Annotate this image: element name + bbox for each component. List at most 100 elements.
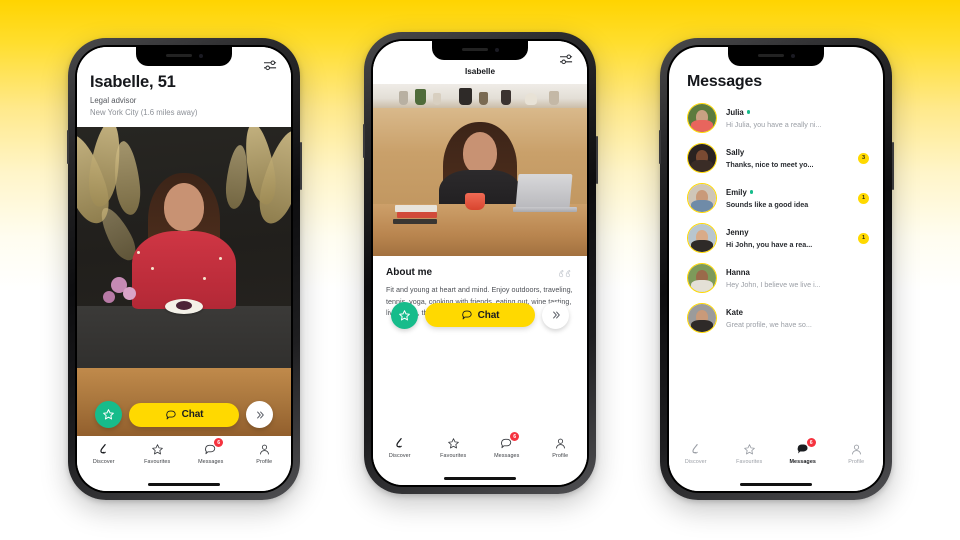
conversation-name: Kate xyxy=(726,308,869,317)
page-background: Isabelle, 51 Legal advisor New York City… xyxy=(0,0,960,540)
person-icon xyxy=(258,442,271,456)
conversation-name-text: Emily xyxy=(726,187,747,197)
conversation-preview: Hi John, you have a rea... xyxy=(726,239,813,249)
photo-mug xyxy=(465,193,485,210)
speech-bubble-icon: 6 xyxy=(796,438,816,456)
avatar-image xyxy=(688,224,716,252)
phone-bezel: Isabelle, 51 Legal advisor New York City… xyxy=(75,45,293,493)
conversation-name-text: Kate xyxy=(726,307,743,317)
tab-profile[interactable]: Profile xyxy=(240,442,288,465)
home-indicator[interactable] xyxy=(444,477,516,480)
tab-discover[interactable]: Discover xyxy=(376,436,424,459)
messages-badge: 6 xyxy=(214,438,224,447)
star-icon xyxy=(447,436,460,450)
conversation-name-text: Sally xyxy=(726,147,745,157)
phone-device-1: Isabelle, 51 Legal advisor New York City… xyxy=(66,38,302,500)
chat-button[interactable]: Chat xyxy=(129,402,239,427)
avatar[interactable] xyxy=(687,183,717,213)
unread-count-badge: 1 xyxy=(858,232,869,244)
phone-notch xyxy=(432,41,528,60)
avatar[interactable] xyxy=(687,263,717,293)
front-camera-icon xyxy=(198,53,203,58)
home-indicator[interactable] xyxy=(148,483,220,486)
conversation-name-text: Julia xyxy=(726,107,744,117)
tab-discover-label: Discover xyxy=(684,459,707,465)
avatar[interactable] xyxy=(687,103,717,133)
conversation-row[interactable]: Julia Hi Julia, you have a really ni... xyxy=(687,103,869,133)
chat-button[interactable]: Chat xyxy=(425,303,535,328)
conversation-body: Hanna Hey John, I believe we live i... xyxy=(726,268,869,289)
conversation-body: Sally Thanks, nice to meet yo... xyxy=(726,148,849,169)
avatar-image xyxy=(688,144,716,172)
tab-profile-label: Profile xyxy=(552,453,569,459)
phone2-spacer xyxy=(373,322,587,430)
front-camera-icon xyxy=(494,47,499,52)
avatar-image xyxy=(688,304,716,332)
conversation-row[interactable]: Jenny Hi John, you have a rea... 1 xyxy=(687,223,869,253)
next-profile-button[interactable] xyxy=(246,401,273,428)
filter-sliders-icon[interactable] xyxy=(559,53,574,66)
phone-bezel: Isabelle About me Fit and young at heart… xyxy=(371,39,589,487)
front-camera-icon xyxy=(790,53,795,58)
conversation-name: Emily xyxy=(726,188,849,197)
conversation-preview: Sounds like a good idea xyxy=(726,199,809,209)
tab-messages[interactable]: 6 Messages xyxy=(779,438,827,465)
earpiece-speaker xyxy=(757,54,784,57)
tab-messages[interactable]: 6 Messages xyxy=(483,432,531,459)
favourite-button[interactable] xyxy=(95,401,122,428)
avatar[interactable] xyxy=(687,303,717,333)
profile-photo[interactable] xyxy=(373,84,587,256)
phone2-tab-bar: Discover Favourites 6 Messages Profile xyxy=(373,430,587,472)
profile-photo[interactable]: Chat xyxy=(77,127,291,436)
double-chevron-right-icon xyxy=(552,311,560,319)
tab-messages-label: Messages xyxy=(198,459,224,465)
conversation-name: Julia xyxy=(726,108,869,117)
tab-messages[interactable]: 6 Messages xyxy=(187,438,235,465)
conversation-row[interactable]: Hanna Hey John, I believe we live i... xyxy=(687,263,869,293)
chat-button-label: Chat xyxy=(181,409,204,420)
star-icon xyxy=(103,409,114,420)
next-profile-button[interactable] xyxy=(542,301,569,329)
avatar-body xyxy=(691,320,713,332)
unread-count-badge: 3 xyxy=(858,152,869,164)
home-indicator[interactable] xyxy=(740,483,812,486)
conversation-body: Kate Great profile, we have so... xyxy=(726,308,869,329)
phone1-screen: Isabelle, 51 Legal advisor New York City… xyxy=(77,47,291,491)
filter-sliders-icon[interactable] xyxy=(263,59,278,72)
tab-profile[interactable]: Profile xyxy=(832,442,880,465)
tab-discover[interactable]: Discover xyxy=(80,442,128,465)
messages-badge: 6 xyxy=(806,438,816,447)
tab-profile-label: Profile xyxy=(848,459,865,465)
phone3-tab-bar: Discover Favourites 6 Messages Profile xyxy=(669,436,883,478)
about-section: About me Fit and young at heart and mind… xyxy=(373,256,587,329)
home-indicator-area xyxy=(669,478,883,491)
avatar-body xyxy=(691,240,713,252)
conversation-name-text: Jenny xyxy=(726,227,749,237)
profile-occupation: Legal advisor xyxy=(90,96,137,105)
favourite-button[interactable] xyxy=(391,301,418,329)
profile-name-age: Isabelle, 51 xyxy=(90,73,176,91)
conversation-preview: Great profile, we have so... xyxy=(726,319,812,329)
conversation-row[interactable]: Emily Sounds like a good idea 1 xyxy=(687,183,869,213)
tab-discover[interactable]: Discover xyxy=(672,442,720,465)
phone3-screen: Messages Julia Hi Julia, you have a reall… xyxy=(669,47,883,491)
avatar-image xyxy=(688,264,716,292)
avatar[interactable] xyxy=(687,143,717,173)
home-indicator-area xyxy=(373,472,587,485)
speech-bubble-icon xyxy=(165,410,176,419)
tab-profile[interactable]: Profile xyxy=(536,436,584,459)
person-icon xyxy=(554,436,567,450)
conversation-list[interactable]: Julia Hi Julia, you have a really ni... Sa… xyxy=(669,91,883,436)
tab-favourites-label: Favourites xyxy=(440,453,467,459)
conversation-row[interactable]: Kate Great profile, we have so... xyxy=(687,303,869,333)
phone1-action-bar: Chat xyxy=(77,401,291,428)
tab-favourites[interactable]: Favourites xyxy=(725,442,773,465)
lightning-icon xyxy=(689,442,702,456)
conversation-row[interactable]: Sally Thanks, nice to meet yo... 3 xyxy=(687,143,869,173)
tab-favourites[interactable]: Favourites xyxy=(133,442,181,465)
phone-notch xyxy=(728,47,824,66)
tab-favourites[interactable]: Favourites xyxy=(429,436,477,459)
phone-device-2: Isabelle About me Fit and young at heart… xyxy=(362,32,598,494)
avatar[interactable] xyxy=(687,223,717,253)
tab-discover-label: Discover xyxy=(92,459,115,465)
